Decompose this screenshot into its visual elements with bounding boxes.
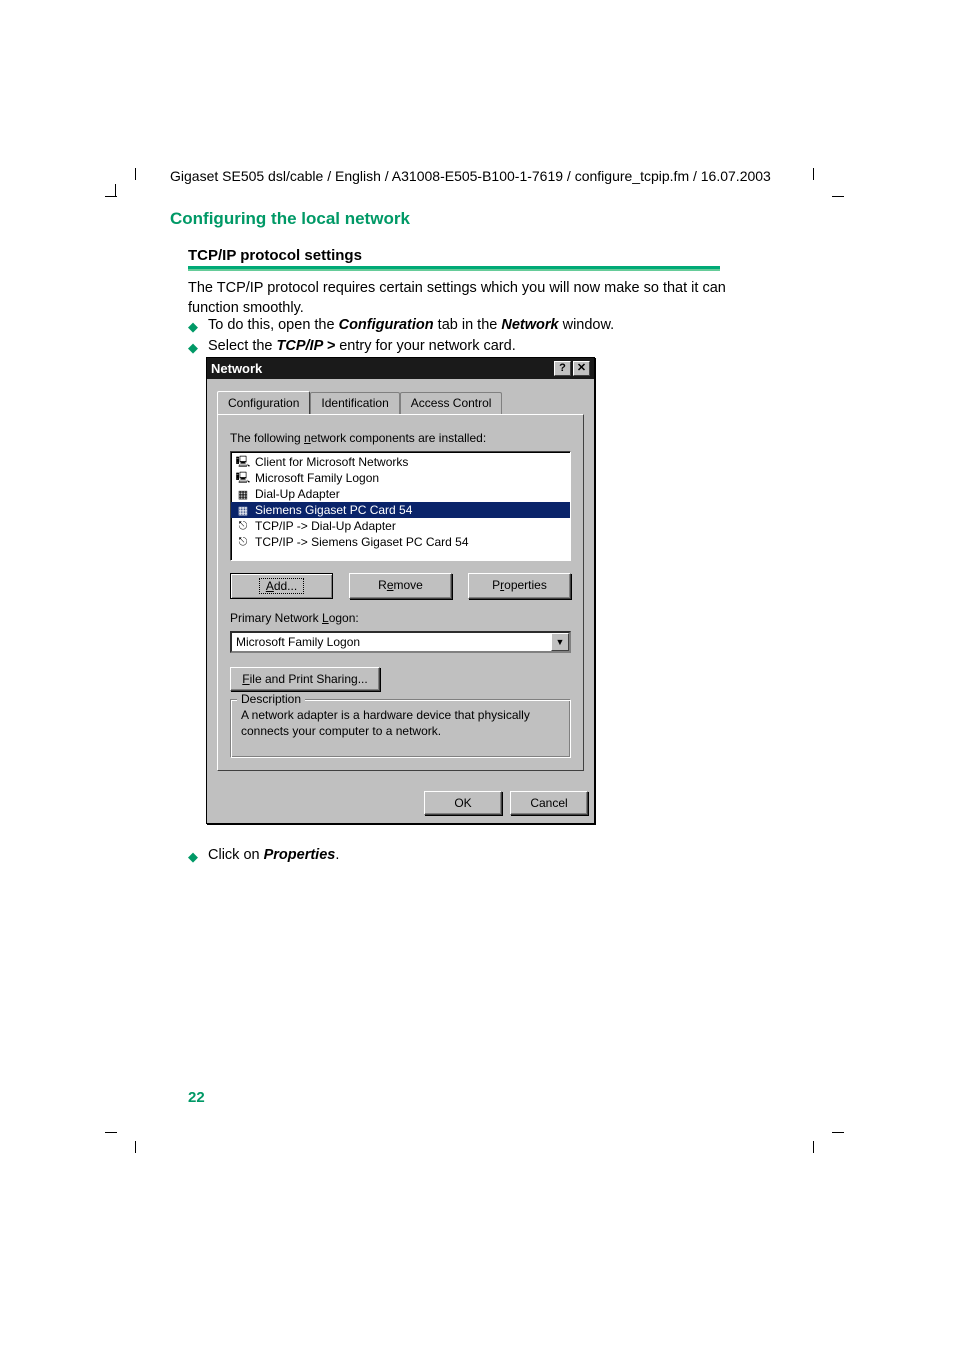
- document-header-path: Gigaset SE505 dsl/cable / English / A310…: [170, 168, 771, 184]
- network-dialog: Network ? ✕ Configuration Identification…: [206, 357, 595, 824]
- list-item-selected[interactable]: ▦ Siemens Gigaset PC Card 54: [231, 502, 570, 518]
- components-label: The following network components are ins…: [230, 431, 571, 445]
- tab-strip: Configuration Identification Access Cont…: [217, 391, 584, 414]
- network-components-listbox[interactable]: 🖳 Client for Microsoft Networks 🖳 Microsof…: [230, 451, 571, 561]
- list-item[interactable]: ▦ Dial-Up Adapter: [231, 486, 570, 502]
- dialog-title: Network: [211, 361, 262, 376]
- diamond-bullet-icon: ◆: [188, 849, 198, 865]
- add-button[interactable]: Add...: [230, 573, 333, 599]
- properties-button[interactable]: Properties: [468, 573, 571, 599]
- instruction-list: ◆ To do this, open the Configuration tab…: [188, 317, 728, 359]
- cancel-button[interactable]: Cancel: [510, 791, 588, 815]
- description-label: Description: [237, 692, 305, 706]
- text: TCP/IP >: [277, 338, 336, 354]
- client-icon: 🖳: [235, 471, 251, 485]
- protocol-icon: ⎋: [235, 519, 251, 533]
- dropdown-arrow-icon[interactable]: ▼: [551, 633, 569, 651]
- page-number: 22: [188, 1089, 205, 1106]
- text: Configuration: [339, 317, 434, 333]
- description-text: A network adapter is a hardware device t…: [241, 708, 560, 739]
- list-item-label: TCP/IP -> Siemens Gigaset PC Card 54: [255, 535, 469, 549]
- dropdown-value: Microsoft Family Logon: [232, 633, 551, 651]
- list-item-label: Microsoft Family Logon: [255, 471, 379, 485]
- text: entry for your network card.: [335, 338, 516, 354]
- primary-logon-dropdown[interactable]: Microsoft Family Logon ▼: [230, 631, 571, 653]
- text: To do this, open the: [208, 317, 339, 333]
- list-item-label: TCP/IP -> Dial-Up Adapter: [255, 519, 396, 533]
- remove-button[interactable]: Remove: [349, 573, 452, 599]
- subsection-heading: TCP/IP protocol settings: [188, 247, 362, 264]
- text: .: [335, 847, 339, 863]
- text: Network: [501, 317, 558, 333]
- protocol-icon: ⎋: [235, 535, 251, 549]
- list-item-label: Siemens Gigaset PC Card 54: [255, 503, 412, 517]
- instruction-list-2: ◆ Click on Properties.: [188, 847, 728, 868]
- heading-rule: [188, 266, 720, 271]
- adapter-icon: ▦: [235, 503, 251, 517]
- list-item-label: Client for Microsoft Networks: [255, 455, 408, 469]
- close-button[interactable]: ✕: [573, 361, 590, 376]
- primary-logon-label: Primary Network Logon:: [230, 611, 571, 625]
- tab-page-configuration: The following network components are ins…: [217, 414, 584, 771]
- list-item-label: Dial-Up Adapter: [255, 487, 340, 501]
- text: Select the: [208, 338, 277, 354]
- list-item[interactable]: ⎋ TCP/IP -> Dial-Up Adapter: [231, 518, 570, 534]
- instruction-item: ◆ Select the TCP/IP > entry for your net…: [188, 338, 728, 356]
- description-group: Description A network adapter is a hardw…: [230, 699, 571, 758]
- text: tab in the: [434, 317, 502, 333]
- intro-paragraph: The TCP/IP protocol requires certain set…: [188, 279, 728, 318]
- client-icon: 🖳: [235, 455, 251, 469]
- tab-access-control[interactable]: Access Control: [400, 392, 503, 415]
- instruction-item: ◆ Click on Properties.: [188, 847, 728, 865]
- diamond-bullet-icon: ◆: [188, 319, 198, 335]
- text: Properties: [264, 847, 336, 863]
- text: window.: [559, 317, 615, 333]
- list-item[interactable]: 🖳 Microsoft Family Logon: [231, 470, 570, 486]
- tab-configuration[interactable]: Configuration: [217, 391, 310, 414]
- instruction-item: ◆ To do this, open the Configuration tab…: [188, 317, 728, 335]
- help-button[interactable]: ?: [554, 361, 571, 376]
- list-item[interactable]: 🖳 Client for Microsoft Networks: [231, 454, 570, 470]
- dialog-titlebar: Network ? ✕: [207, 358, 594, 379]
- file-print-sharing-button[interactable]: File and Print Sharing...: [230, 667, 380, 691]
- adapter-icon: ▦: [235, 487, 251, 501]
- list-item[interactable]: ⎋ TCP/IP -> Siemens Gigaset PC Card 54: [231, 534, 570, 550]
- ok-button[interactable]: OK: [424, 791, 502, 815]
- section-heading: Configuring the local network: [170, 209, 410, 229]
- diamond-bullet-icon: ◆: [188, 340, 198, 356]
- text: Click on: [208, 847, 264, 863]
- tab-identification[interactable]: Identification: [310, 392, 399, 415]
